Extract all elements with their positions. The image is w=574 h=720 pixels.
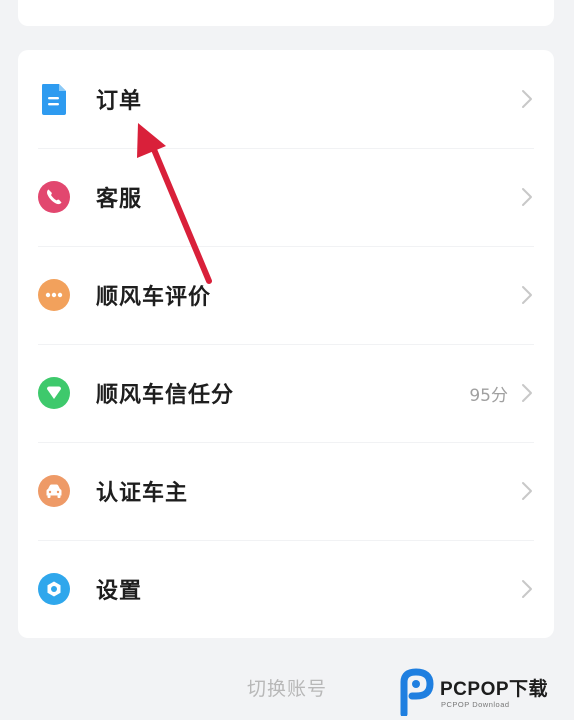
menu-item-label: 顺风车评价 — [96, 285, 212, 310]
chevron-right-icon — [520, 89, 534, 109]
trust-score-value: 95分 — [469, 385, 508, 406]
chevron-right-icon — [520, 187, 534, 207]
heart-badge-icon — [37, 376, 71, 410]
menu-item-settings[interactable]: 设置 — [18, 540, 554, 638]
menu-item-orders[interactable]: 订单 — [18, 50, 554, 148]
menu-card: 订单 客服 顺风车评价 顺风车信任分 95分 认证车主 设置 — [18, 50, 554, 638]
menu-item-label: 认证车主 — [96, 481, 189, 506]
chevron-right-icon — [520, 285, 534, 305]
top-card — [18, 0, 554, 26]
settings-gear-icon — [37, 572, 71, 606]
menu-item-verify-owner[interactable]: 认证车主 — [18, 442, 554, 540]
menu-item-customer-service[interactable]: 客服 — [18, 148, 554, 246]
watermark-brand: PCPOP下载 — [440, 679, 549, 700]
menu-item-carpool-review[interactable]: 顺风车评价 — [18, 246, 554, 344]
car-icon — [37, 474, 71, 508]
order-document-icon — [37, 82, 71, 116]
menu-item-label: 订单 — [96, 89, 143, 114]
phone-icon — [37, 180, 71, 214]
chat-bubble-icon — [37, 278, 71, 312]
watermark: PCPOP下载 PCPOP Download — [398, 668, 574, 718]
menu-item-label: 顺风车信任分 — [96, 383, 235, 408]
chevron-right-icon — [520, 579, 534, 599]
watermark-subtitle: PCPOP Download — [441, 700, 510, 709]
menu-item-label: 客服 — [96, 187, 143, 212]
menu-item-label: 设置 — [96, 579, 143, 604]
chevron-right-icon — [520, 383, 534, 403]
menu-item-trust-score[interactable]: 顺风车信任分 95分 — [18, 344, 554, 442]
pcpop-logo-icon — [400, 668, 434, 716]
chevron-right-icon — [520, 481, 534, 501]
